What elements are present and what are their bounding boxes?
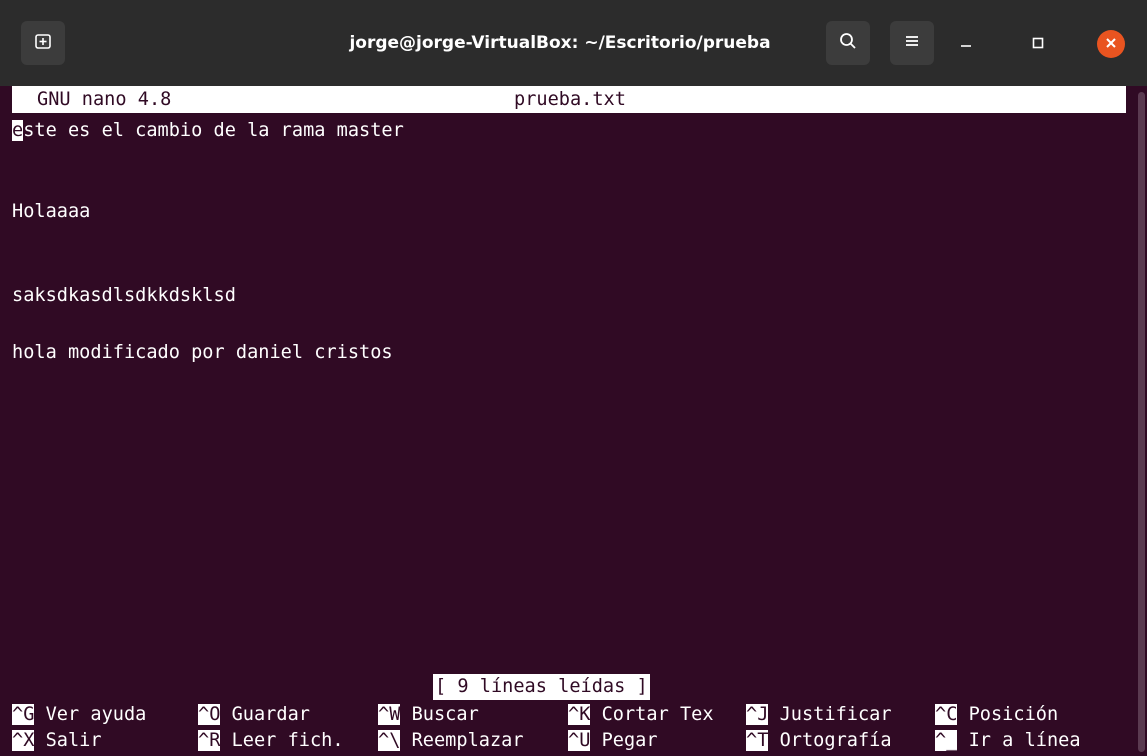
maximize-button[interactable] bbox=[1024, 30, 1052, 58]
shortcut-label: Justificar bbox=[779, 704, 892, 725]
editor-line-1-text: ste es el cambio de la rama master bbox=[23, 120, 404, 141]
shortcut-replace[interactable]: ^\ Reemplazar bbox=[378, 728, 524, 754]
shortcut-label: Salir bbox=[45, 730, 102, 751]
shortcut-key: ^\ bbox=[378, 730, 401, 751]
shortcut-cut[interactable]: ^K Cortar Tex bbox=[568, 702, 714, 728]
shortcut-key: ^X bbox=[12, 730, 35, 751]
shortcut-position[interactable]: ^C Posición bbox=[935, 702, 1058, 728]
shortcut-label: Ortografía bbox=[779, 730, 892, 751]
search-button[interactable] bbox=[826, 21, 870, 65]
minimize-button[interactable] bbox=[952, 30, 980, 58]
new-tab-icon bbox=[33, 31, 53, 55]
shortcut-bar: ^G Ver ayuda ^O Guardar ^W Buscar ^K Cor… bbox=[0, 702, 1134, 754]
shortcut-key: ^J bbox=[746, 704, 769, 725]
shortcut-goto-line[interactable]: ^_ Ir a línea bbox=[935, 728, 1081, 754]
text-cursor: e bbox=[12, 120, 24, 141]
shortcut-label: Ver ayuda bbox=[45, 704, 147, 725]
shortcut-label: Cortar Tex bbox=[601, 704, 714, 725]
shortcut-save[interactable]: ^O Guardar bbox=[198, 702, 310, 728]
title-bar: jorge@jorge-VirtualBox: ~/Escritorio/pru… bbox=[0, 0, 1147, 86]
shortcut-justify[interactable]: ^J Justificar bbox=[746, 702, 892, 728]
terminal-content[interactable]: GNU nano 4.8 prueba.txt este es el cambi… bbox=[0, 86, 1134, 756]
shortcut-label: Reemplazar bbox=[411, 730, 524, 751]
shortcut-exit[interactable]: ^X Salir bbox=[12, 728, 102, 754]
menu-button[interactable] bbox=[890, 21, 934, 65]
close-icon bbox=[1104, 35, 1118, 54]
search-icon bbox=[838, 31, 858, 55]
shortcut-key: ^G bbox=[12, 704, 35, 725]
nano-header-bar: GNU nano 4.8 prueba.txt bbox=[12, 86, 1126, 113]
shortcut-label: Ir a línea bbox=[968, 730, 1081, 751]
hamburger-menu-icon bbox=[902, 31, 922, 55]
editor-line-7[interactable]: hola modificado por daniel cristos bbox=[12, 340, 393, 366]
shortcut-key: ^C bbox=[935, 704, 958, 725]
new-tab-button[interactable] bbox=[21, 21, 65, 65]
shortcut-label: Pegar bbox=[601, 730, 658, 751]
shortcut-help[interactable]: ^G Ver ayuda bbox=[12, 702, 146, 728]
terminal-window: jorge@jorge-VirtualBox: ~/Escritorio/pru… bbox=[0, 0, 1147, 756]
shortcut-read-file[interactable]: ^R Leer fich. bbox=[198, 728, 344, 754]
status-message: [ 9 líneas leídas ] bbox=[433, 674, 650, 700]
shortcut-key: ^K bbox=[568, 704, 591, 725]
shortcut-key: ^_ bbox=[935, 730, 958, 751]
window-title: jorge@jorge-VirtualBox: ~/Escritorio/pru… bbox=[349, 33, 771, 53]
shortcut-label: Buscar bbox=[411, 704, 479, 725]
shortcut-spell[interactable]: ^T Ortografía bbox=[746, 728, 892, 754]
editor-line-5[interactable]: saksdkasdlsdkkdsklsd bbox=[12, 283, 236, 309]
shortcut-search[interactable]: ^W Buscar bbox=[378, 702, 479, 728]
nano-version: GNU nano 4.8 bbox=[37, 89, 172, 110]
editor-line-1[interactable]: este es el cambio de la rama master bbox=[12, 118, 404, 144]
scrollbar-thumb[interactable] bbox=[1138, 92, 1145, 752]
shortcut-key: ^U bbox=[568, 730, 591, 751]
shortcut-key: ^R bbox=[198, 730, 221, 751]
shortcut-paste[interactable]: ^U Pegar bbox=[568, 728, 658, 754]
shortcut-key: ^T bbox=[746, 730, 769, 751]
file-name: prueba.txt bbox=[514, 89, 626, 110]
shortcut-label: Guardar bbox=[231, 704, 310, 725]
shortcut-key: ^O bbox=[198, 704, 221, 725]
shortcut-key: ^W bbox=[378, 704, 401, 725]
minimize-icon bbox=[959, 35, 973, 54]
shortcut-label: Posición bbox=[968, 704, 1059, 725]
close-button[interactable] bbox=[1097, 30, 1125, 58]
maximize-icon bbox=[1031, 35, 1045, 54]
shortcut-label: Leer fich. bbox=[231, 730, 344, 751]
editor-line-3[interactable]: Holaaaa bbox=[12, 199, 90, 225]
